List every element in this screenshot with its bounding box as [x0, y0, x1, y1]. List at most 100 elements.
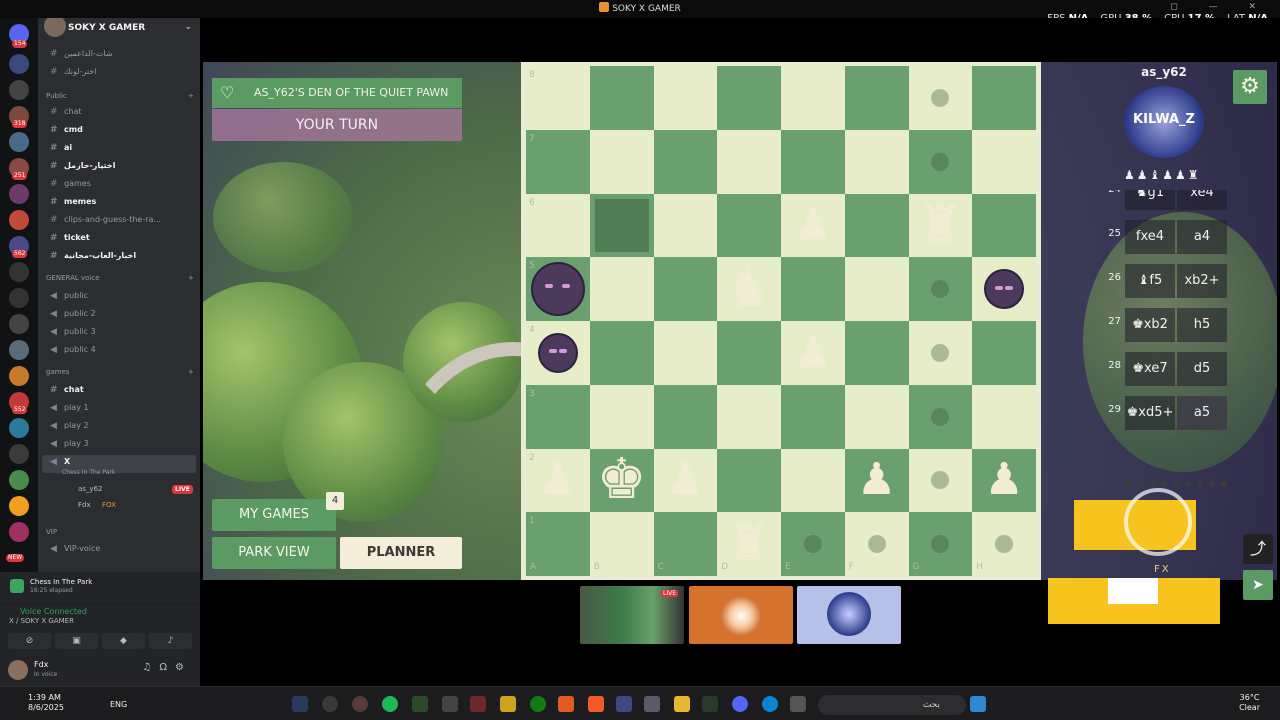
- board-square[interactable]: [844, 384, 909, 449]
- server-icon[interactable]: [9, 418, 29, 438]
- category-general-voice[interactable]: GENERAL voice +: [46, 274, 194, 282]
- weather-widget[interactable]: 36°C Clear: [1239, 693, 1260, 713]
- board-square[interactable]: [526, 66, 590, 130]
- board-grid[interactable]: 8 7 6 5 4 3 2 1 A B C D E F G H ♟ ♜ ♞ ♟ ♟ ♚ ♟ ♟ ♟ ♜: [526, 66, 1036, 576]
- xbox-icon[interactable]: [530, 696, 546, 712]
- move-row[interactable]: 29 ♚xd5+ a5: [1105, 392, 1227, 432]
- black-move[interactable]: xb2+: [1177, 264, 1227, 298]
- app-icon[interactable]: [412, 696, 428, 712]
- clock[interactable]: 1:39 AM 8/6/2025: [28, 693, 64, 713]
- category-vip[interactable]: VIP: [46, 528, 57, 536]
- white-piece[interactable]: ♟: [845, 458, 909, 502]
- plus-icon[interactable]: +: [188, 92, 194, 100]
- channel-item[interactable]: # memes: [38, 194, 200, 210]
- voice-channel-item[interactable]: ◀ play 3: [38, 436, 200, 452]
- board-square[interactable]: [781, 257, 845, 321]
- chess-board[interactable]: 8 7 6 5 4 3 2 1 A B C D E F G H ♟ ♜ ♞ ♟ ♟ ♚ ♟ ♟ ♟ ♜: [521, 62, 1041, 580]
- voice-user[interactable]: Fdx: [78, 501, 91, 509]
- category-games[interactable]: games +: [46, 368, 194, 376]
- board-square[interactable]: [717, 66, 781, 130]
- board-square[interactable]: [717, 193, 781, 258]
- search-input[interactable]: بحث: [818, 695, 966, 715]
- board-square[interactable]: [653, 129, 718, 194]
- heart-icon[interactable]: ♡: [220, 83, 234, 103]
- windows-start-icon[interactable]: [970, 696, 986, 712]
- server-icon[interactable]: [9, 444, 29, 464]
- channel-item[interactable]: # اختيار-حازمل: [38, 158, 200, 174]
- board-square[interactable]: [972, 193, 1036, 258]
- channel-item[interactable]: # شات-الداعمين: [38, 46, 200, 62]
- server-icon[interactable]: [9, 288, 29, 308]
- store-icon[interactable]: [644, 696, 660, 712]
- move-row[interactable]: 28 ♚xe7 d5: [1105, 348, 1227, 388]
- channel-item[interactable]: # cmd: [38, 122, 200, 138]
- move-row[interactable]: 24 ♞g1xe4: [1105, 190, 1227, 212]
- avatar[interactable]: [8, 660, 28, 680]
- board-square[interactable]: [653, 321, 718, 385]
- voice-channel-item[interactable]: ◀ play 2: [38, 418, 200, 434]
- channel-item[interactable]: # clips-and-guess-the-ra...: [38, 212, 200, 228]
- board-square[interactable]: [589, 321, 654, 385]
- activity-panel[interactable]: Chess In The Park 16:25 elapsed: [0, 572, 200, 604]
- server-icon[interactable]: [9, 184, 29, 204]
- board-square[interactable]: [781, 448, 845, 513]
- white-piece[interactable]: ♟: [972, 458, 1036, 502]
- white-piece[interactable]: ♚: [590, 452, 654, 508]
- move-row[interactable]: 25 fxe4 a4: [1105, 216, 1227, 256]
- media-player-icon[interactable]: [322, 696, 338, 712]
- mic-icon[interactable]: ♫: [142, 662, 159, 673]
- app-icon[interactable]: [470, 696, 486, 712]
- white-move[interactable]: ♝f5: [1125, 264, 1175, 298]
- black-move[interactable]: a4: [1177, 220, 1227, 254]
- server-icon[interactable]: [9, 54, 29, 74]
- stream-thumbnail[interactable]: LIVE: [580, 586, 684, 644]
- spotify-icon[interactable]: [382, 696, 398, 712]
- server-icon[interactable]: [9, 340, 29, 360]
- server-icon[interactable]: [9, 314, 29, 334]
- server-header[interactable]: SOKY X GAMER ⌄: [38, 18, 200, 42]
- legal-move-dot[interactable]: [931, 407, 950, 426]
- voice-channel-item[interactable]: ◀ play 1: [38, 400, 200, 416]
- board-square[interactable]: [717, 129, 781, 194]
- board-square[interactable]: [844, 193, 909, 258]
- channel-item[interactable]: # اختر-لونك: [38, 64, 200, 80]
- board-square[interactable]: [653, 257, 718, 321]
- server-icon[interactable]: [9, 496, 29, 516]
- move-list[interactable]: 24 ♞g1xe4 25 fxe4a4 26 ♝f5xb2+ 27 ♚xb2h5 28 ♚xe7d…: [1105, 190, 1227, 452]
- gear-icon[interactable]: ⚙: [1233, 70, 1267, 104]
- task-view-icon[interactable]: [790, 696, 806, 712]
- black-move[interactable]: h5: [1177, 308, 1227, 342]
- server-icon[interactable]: [9, 80, 29, 100]
- board-square[interactable]: [589, 66, 654, 130]
- white-piece[interactable]: ♜: [717, 520, 781, 568]
- move-row[interactable]: 27 ♚xb2 h5: [1105, 304, 1227, 344]
- legal-move-dot[interactable]: [803, 535, 822, 554]
- channel-item[interactable]: # chat: [38, 382, 200, 398]
- board-square[interactable]: [653, 384, 718, 449]
- voice-channel-x[interactable]: ◀ X: [38, 454, 200, 470]
- white-move[interactable]: ♚xb2: [1125, 308, 1175, 342]
- white-piece[interactable]: ♟: [781, 330, 845, 375]
- send-icon[interactable]: ➤: [1243, 570, 1273, 600]
- board-square[interactable]: [653, 66, 718, 130]
- board-square[interactable]: [844, 257, 909, 321]
- board-square[interactable]: [526, 129, 590, 194]
- board-square[interactable]: [717, 321, 781, 385]
- server-icon[interactable]: [9, 132, 29, 152]
- plus-icon[interactable]: +: [188, 368, 194, 376]
- app-icon[interactable]: [352, 696, 368, 712]
- white-piece[interactable]: ♞: [717, 263, 781, 315]
- activity-icon[interactable]: ◆: [102, 633, 145, 649]
- board-square[interactable]: [781, 66, 845, 130]
- share-icon[interactable]: ⤴: [1243, 534, 1273, 564]
- white-piece[interactable]: ♟: [781, 203, 845, 247]
- legal-move-dot[interactable]: [931, 152, 950, 171]
- board-square[interactable]: [844, 321, 909, 385]
- white-piece[interactable]: ♟: [654, 458, 718, 502]
- voice-channel-item[interactable]: ◀ public 4: [38, 342, 200, 358]
- brave-icon[interactable]: [588, 696, 604, 712]
- gear-icon[interactable]: ⚙: [175, 662, 192, 673]
- chevron-down-icon[interactable]: ⌄: [184, 22, 192, 32]
- voice-channel-item[interactable]: ◀ public 2: [38, 306, 200, 322]
- participant-thumbnail[interactable]: [689, 586, 793, 644]
